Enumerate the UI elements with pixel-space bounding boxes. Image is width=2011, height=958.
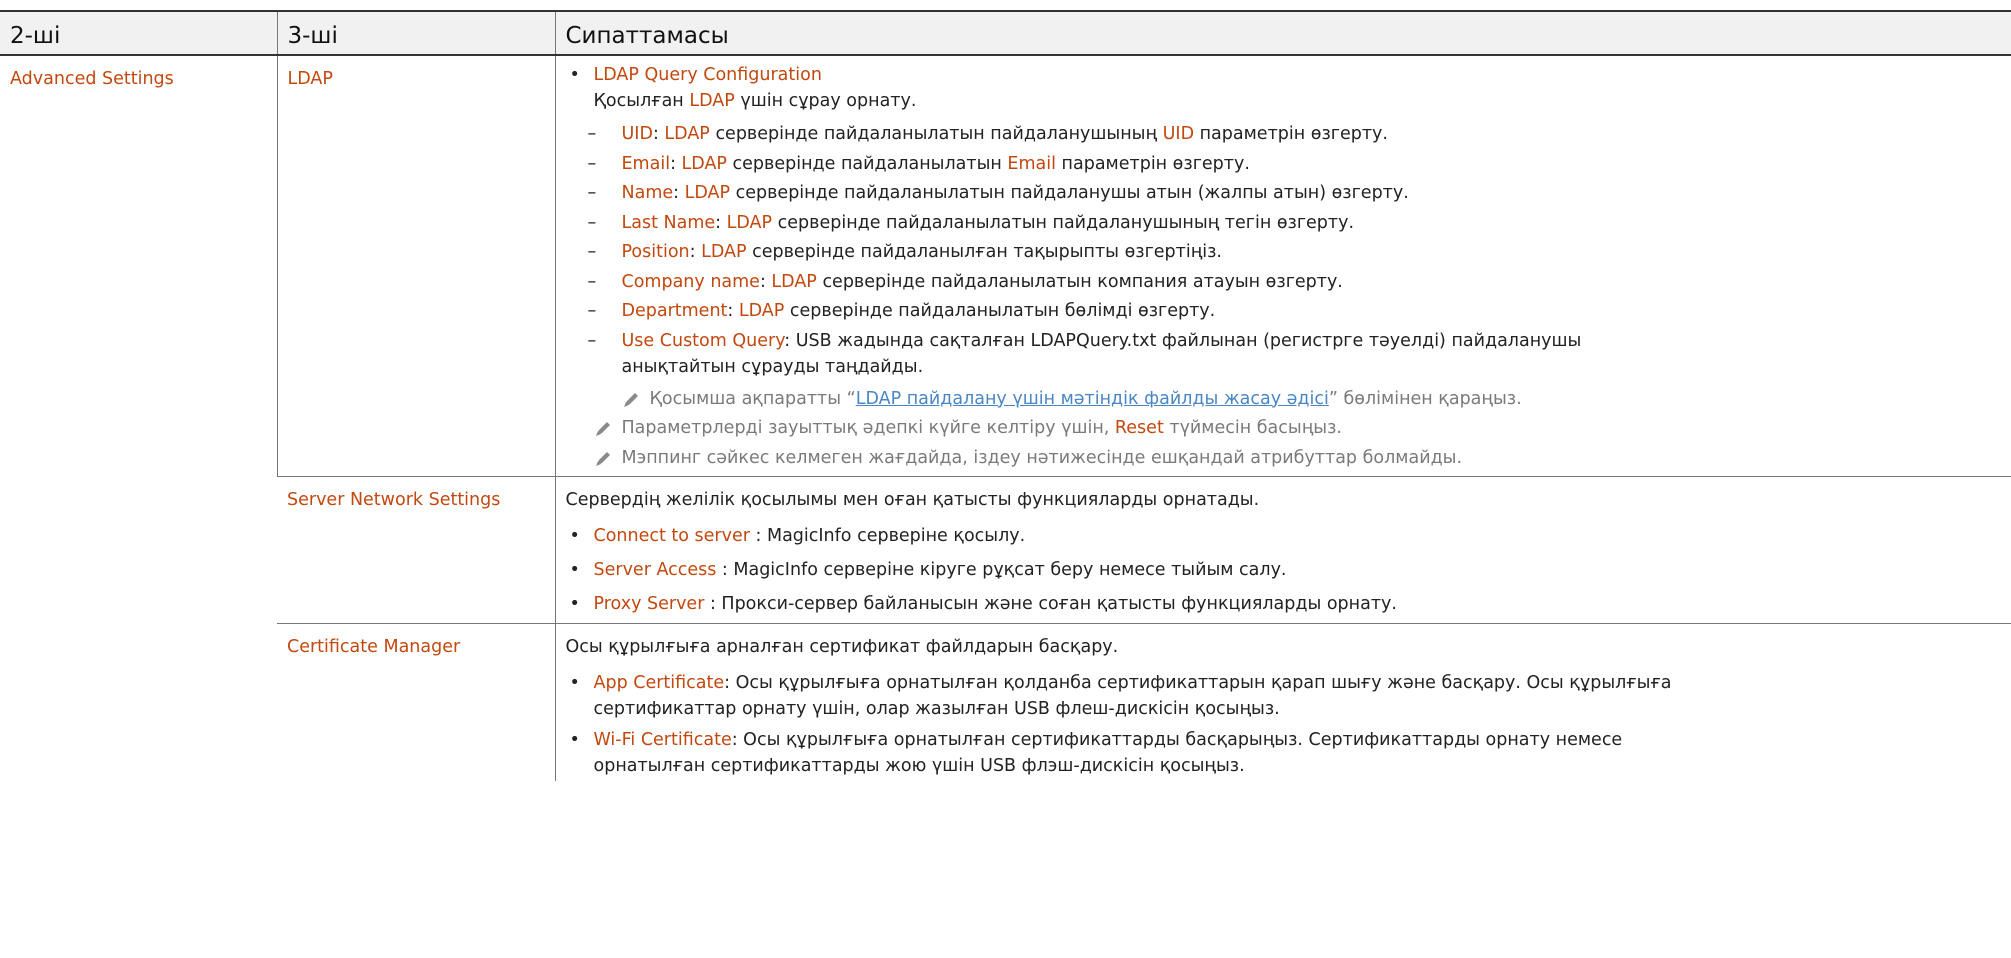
list-item: • Server Access : MagicInfo серверіне кі… bbox=[569, 560, 1287, 580]
table-row: Advanced Settings LDAP • LDAP Query Conf… bbox=[0, 55, 2011, 477]
pencil-note-icon bbox=[621, 390, 641, 417]
cert-item-continuation: орнатылған сертификаттарды жою үшін USB … bbox=[593, 756, 1245, 776]
server-intro: Сервердің желілік қосылымы мен оған қаты… bbox=[565, 490, 1260, 510]
note-reset: Параметрлерді зауыттық әдепкі күйге келт… bbox=[566, 417, 1992, 447]
group-label: Advanced Settings bbox=[10, 69, 174, 89]
setting-cell: Certificate Manager bbox=[277, 623, 555, 781]
settings-table: 2-ші 3-ші Сипаттамасы Advanced Settings … bbox=[0, 10, 2011, 781]
setting-cell: LDAP bbox=[276, 55, 555, 477]
list-item: • Connect to server : MagicInfo серверін… bbox=[569, 526, 1026, 546]
dash-icon: – bbox=[587, 183, 597, 203]
list-item: – Email: LDAP серверінде пайдаланылатын … bbox=[587, 153, 1250, 174]
ldap-query-title: LDAP Query Configuration bbox=[593, 65, 822, 85]
pencil-note-icon bbox=[593, 449, 613, 476]
dash-icon: – bbox=[587, 153, 597, 174]
list-item: • Wi-Fi Certificate: Осы құрылғыға орнат… bbox=[569, 730, 1623, 750]
list-item: • Proxy Server : Прокси-сервер байланысы… bbox=[569, 594, 1397, 614]
note-more-info: Қосымша ақпаратты “LDAP пайдалану үшін м… bbox=[566, 388, 1992, 418]
list-item: – Department: LDAP серверінде пайдаланыл… bbox=[587, 301, 1216, 321]
ldap-text-file-link[interactable]: LDAP пайдалану үшін мәтіндік файлды жаса… bbox=[856, 389, 1329, 409]
dash-icon: – bbox=[587, 271, 597, 292]
list-item: • LDAP Query Configuration bbox=[566, 64, 1992, 90]
description-cell: • LDAP Query Configuration Қосылған LDAP… bbox=[554, 55, 2011, 477]
dash-icon: – bbox=[587, 212, 597, 233]
bullet-icon: • bbox=[569, 526, 580, 546]
list-item: – Position: LDAP серверінде пайдаланылға… bbox=[587, 242, 1223, 262]
table-row: Server Network Settings Сервердің желілі… bbox=[0, 476, 2011, 624]
list-item: – Company name: LDAP серверінде пайдалан… bbox=[587, 271, 1343, 292]
dash-icon: – bbox=[587, 330, 597, 351]
group-cell: Advanced Settings bbox=[0, 55, 277, 781]
description-cell: Сервердің желілік қосылымы мен оған қаты… bbox=[554, 476, 2011, 624]
header-col-description: Сипаттамасы bbox=[554, 10, 2011, 56]
setting-name-certificate-manager: Certificate Manager bbox=[287, 637, 461, 657]
note-mapping: Мэппинг сәйкес келмеген жағдайда, іздеу … bbox=[566, 447, 1992, 477]
bullet-icon: • bbox=[569, 594, 580, 614]
cert-intro: Осы құрылғыға арналған сертификат файлда… bbox=[565, 637, 1119, 657]
dash-icon: – bbox=[587, 242, 597, 262]
bullet-icon: • bbox=[569, 65, 580, 85]
header-col-level2: 2-ші bbox=[0, 10, 277, 56]
list-item: – UID: LDAP серверінде пайдаланылатын па… bbox=[587, 124, 1388, 144]
description-cell: Осы құрылғыға арналған сертификат файлда… bbox=[554, 623, 2011, 781]
table-row: Certificate Manager Осы құрылғыға арналғ… bbox=[0, 623, 2011, 781]
dash-icon: – bbox=[587, 301, 597, 321]
pencil-note-icon bbox=[593, 419, 613, 446]
header-col-level3: 3-ші bbox=[276, 10, 555, 56]
table-header-row: 2-ші 3-ші Сипаттамасы bbox=[0, 10, 2011, 56]
bullet-icon: • bbox=[569, 560, 580, 580]
list-item: • App Certificate: Осы құрылғыға орнатыл… bbox=[569, 673, 1672, 693]
dash-icon: – bbox=[587, 124, 597, 144]
list-item: – Use Custom Query: USB жадында сақталға… bbox=[587, 330, 1582, 351]
setting-name-ldap: LDAP bbox=[287, 69, 333, 89]
ldap-intro: Қосылған LDAP үшін сұрау орнату. bbox=[593, 91, 917, 111]
list-item: – Name: LDAP серверінде пайдаланылатын п… bbox=[587, 183, 1409, 203]
setting-cell: Server Network Settings bbox=[277, 476, 555, 624]
bullet-icon: • bbox=[569, 673, 580, 693]
custom-query-continuation: анықтайтын сұрауды таңдайды. bbox=[621, 356, 924, 377]
cert-item-continuation: сертификаттар орнату үшін, олар жазылған… bbox=[593, 699, 1280, 719]
setting-name-server-network: Server Network Settings bbox=[287, 490, 501, 510]
bullet-icon: • bbox=[569, 730, 580, 750]
list-item: – Last Name: LDAP серверінде пайдаланыла… bbox=[587, 212, 1355, 233]
